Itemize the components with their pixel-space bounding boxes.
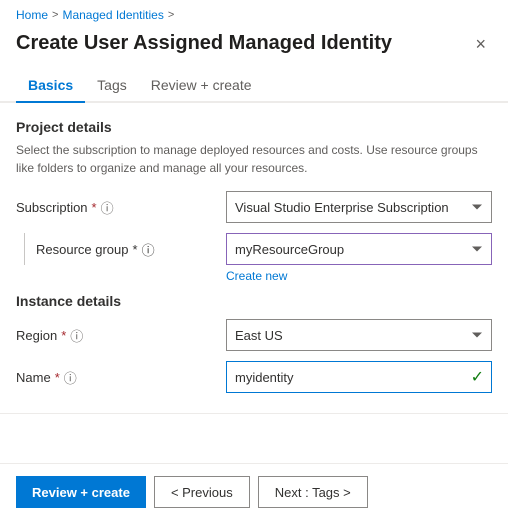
dialog-header: Create User Assigned Managed Identity × bbox=[0, 26, 508, 69]
subscription-select-wrapper: Visual Studio Enterprise Subscription bbox=[226, 191, 492, 223]
resource-group-label: Resource group * ⓘ bbox=[36, 240, 226, 259]
previous-button[interactable]: < Previous bbox=[154, 476, 250, 508]
resource-group-info-icon[interactable]: ⓘ bbox=[142, 240, 155, 259]
resource-group-indent bbox=[16, 233, 36, 265]
breadcrumb-managed-identities[interactable]: Managed Identities bbox=[62, 8, 163, 22]
create-new-link[interactable]: Create new bbox=[226, 269, 492, 283]
subscription-required: * bbox=[92, 200, 97, 215]
resource-group-select[interactable]: myResourceGroup bbox=[226, 233, 492, 265]
region-control: East US bbox=[226, 319, 492, 351]
name-row: Name * ⓘ ✓ bbox=[16, 361, 492, 393]
resource-group-control: myResourceGroup bbox=[226, 233, 492, 265]
footer: Review + create < Previous Next : Tags > bbox=[0, 463, 508, 520]
review-create-button[interactable]: Review + create bbox=[16, 476, 146, 508]
resource-group-select-wrapper: myResourceGroup bbox=[226, 233, 492, 265]
name-control: ✓ bbox=[226, 361, 492, 393]
name-info-icon[interactable]: ⓘ bbox=[64, 368, 77, 387]
footer-divider bbox=[0, 413, 508, 414]
subscription-select[interactable]: Visual Studio Enterprise Subscription bbox=[226, 191, 492, 223]
region-label: Region * ⓘ bbox=[16, 326, 226, 345]
next-button[interactable]: Next : Tags > bbox=[258, 476, 368, 508]
breadcrumb-sep-2: > bbox=[168, 9, 174, 21]
instance-details-title: Instance details bbox=[16, 293, 492, 309]
project-details-section: Project details Select the subscription … bbox=[0, 119, 508, 283]
name-required: * bbox=[55, 370, 60, 385]
name-input[interactable] bbox=[226, 361, 492, 393]
region-select[interactable]: East US bbox=[226, 319, 492, 351]
region-info-icon[interactable]: ⓘ bbox=[70, 326, 83, 345]
instance-details-section: Instance details Region * ⓘ East US Name… bbox=[0, 293, 508, 393]
tab-bar: Basics Tags Review + create bbox=[0, 69, 508, 103]
project-details-desc: Select the subscription to manage deploy… bbox=[16, 141, 492, 177]
tab-review-create[interactable]: Review + create bbox=[139, 69, 264, 103]
name-input-wrapper: ✓ bbox=[226, 361, 492, 393]
resource-group-required: * bbox=[133, 242, 138, 257]
name-valid-icon: ✓ bbox=[471, 367, 484, 387]
tab-tags[interactable]: Tags bbox=[85, 69, 139, 103]
project-details-title: Project details bbox=[16, 119, 492, 135]
subscription-label: Subscription * ⓘ bbox=[16, 198, 226, 217]
breadcrumb: Home > Managed Identities > bbox=[0, 0, 508, 26]
region-select-wrapper: East US bbox=[226, 319, 492, 351]
tab-basics[interactable]: Basics bbox=[16, 69, 85, 103]
subscription-control: Visual Studio Enterprise Subscription bbox=[226, 191, 492, 223]
subscription-row: Subscription * ⓘ Visual Studio Enterpris… bbox=[16, 191, 492, 223]
name-label: Name * ⓘ bbox=[16, 368, 226, 387]
region-required: * bbox=[61, 328, 66, 343]
breadcrumb-sep-1: > bbox=[52, 9, 58, 21]
region-row: Region * ⓘ East US bbox=[16, 319, 492, 351]
close-button[interactable]: × bbox=[469, 32, 492, 57]
page-title: Create User Assigned Managed Identity bbox=[16, 30, 392, 56]
breadcrumb-home[interactable]: Home bbox=[16, 8, 48, 22]
subscription-info-icon[interactable]: ⓘ bbox=[101, 198, 114, 217]
